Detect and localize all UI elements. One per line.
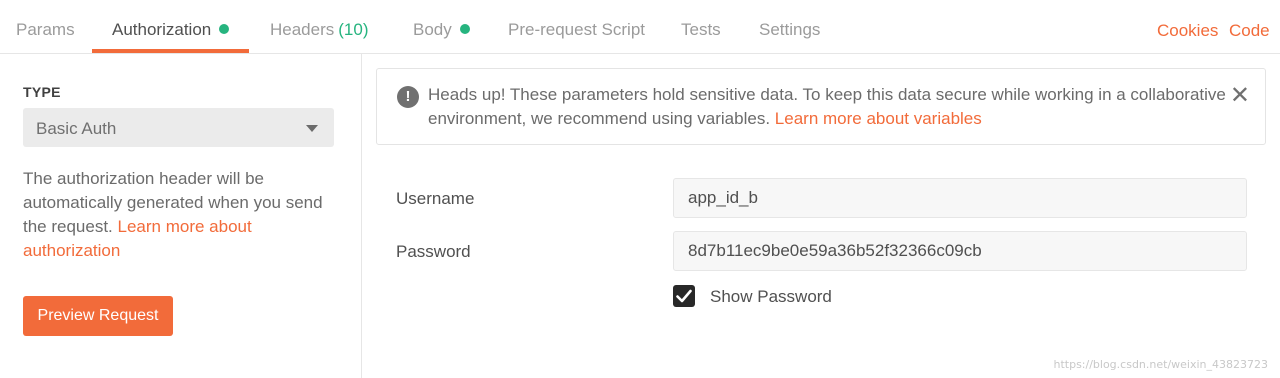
close-icon[interactable]: ✕ [1230,83,1250,109]
headers-count-badge: (10) [338,20,369,39]
active-indicator-dot [219,24,230,34]
auth-description: The authorization header will be automat… [23,167,333,263]
tab-settings-label: Settings [759,20,821,39]
tab-params[interactable]: Params [16,0,75,54]
request-tabs-bar: Params Authorization Headers (10) Body Pr… [0,0,1280,54]
tab-headers-label: Headers [270,20,335,39]
preview-request-button[interactable]: Preview Request [23,296,173,336]
active-tab-underline [92,49,249,53]
tab-settings[interactable]: Settings [759,0,820,54]
type-label: TYPE [23,84,61,100]
checkmark-icon [676,289,692,303]
tab-body-label: Body [413,20,452,39]
caret-down-icon [306,125,318,132]
auth-type-value: Basic Auth [36,119,117,138]
tab-tests[interactable]: Tests [681,0,721,54]
auth-type-panel: TYPE Basic Auth The authorization header… [0,54,362,378]
watermark: https://blog.csdn.net/weixin_43823723 [1053,358,1268,371]
username-label: Username [396,189,475,208]
username-input[interactable]: app_id_b [673,178,1247,218]
tab-tests-label: Tests [681,20,721,39]
tab-authorization-label: Authorization [112,20,212,39]
password-label: Password [396,242,471,261]
show-password-checkbox[interactable] [673,285,695,307]
auth-type-select[interactable]: Basic Auth [23,108,334,147]
tab-prerequest-script[interactable]: Pre-request Script [508,0,645,54]
code-link[interactable]: Code [1229,0,1270,54]
cookies-link[interactable]: Cookies [1157,0,1218,54]
tab-body[interactable]: Body [413,0,470,54]
tab-authorization[interactable]: Authorization [112,0,230,54]
sensitive-data-alert: ! Heads up! These parameters hold sensit… [376,68,1266,145]
warning-icon: ! [397,86,419,108]
tab-headers[interactable]: Headers (10) [270,0,369,54]
learn-more-variables-link[interactable]: Learn more about variables [775,109,982,128]
alert-message: Heads up! These parameters hold sensitiv… [428,83,1228,131]
tab-params-label: Params [16,20,75,39]
password-input[interactable]: 8d7b11ec9be0e59a36b52f32366c09cb [673,231,1247,271]
show-password-label[interactable]: Show Password [710,287,832,307]
body-indicator-dot [459,24,470,34]
tab-prerequest-label: Pre-request Script [508,20,645,39]
